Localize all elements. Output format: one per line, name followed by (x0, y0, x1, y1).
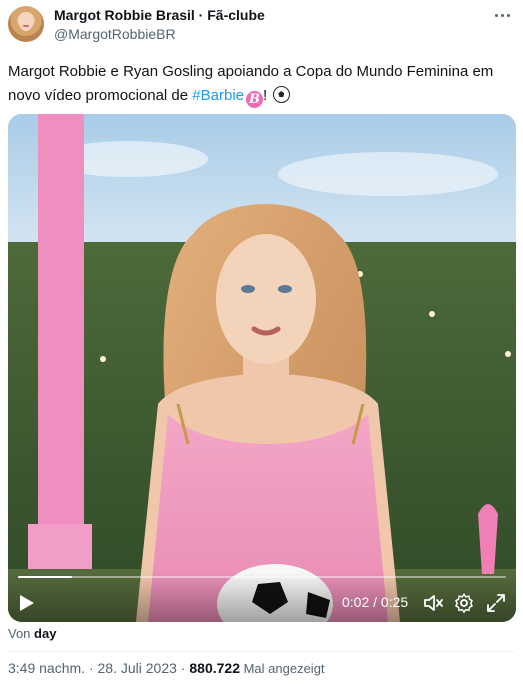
tweet-text: Margot Robbie e Ryan Gosling apoiando a … (8, 60, 513, 108)
tweet-time[interactable]: 3:49 nachm. (8, 660, 85, 676)
avatar-face (19, 14, 33, 31)
duration: 0:25 (380, 594, 409, 610)
video-player[interactable]: 0:02 / 0:25 (8, 114, 516, 622)
meta-dot: · (85, 660, 98, 676)
avatar-mouth (23, 25, 29, 27)
tweet-text-after: ! (263, 87, 272, 104)
view-count-label: Mal angezeigt (239, 661, 325, 676)
tweet-date[interactable]: 28. Juli 2023 (98, 660, 177, 676)
video-source: Von day (8, 626, 56, 641)
play-icon[interactable] (19, 594, 35, 612)
video-frame (8, 114, 516, 622)
author-handle[interactable]: @MargotRobbieBR (54, 26, 176, 42)
mute-icon[interactable] (422, 592, 444, 614)
progress-fill (18, 576, 72, 578)
video-time: 0:02 / 0:25 (342, 594, 408, 610)
barbie-emoji-icon: B (246, 91, 263, 108)
tweet-header: Margot Robbie Brasil · Fã-clube @MargotR… (8, 6, 515, 46)
progress-bar[interactable] (18, 576, 506, 578)
more-options-icon[interactable] (493, 8, 513, 24)
source-prefix: Von (8, 626, 35, 641)
meta-dot-2: · (176, 660, 190, 676)
author-display-name[interactable]: Margot Robbie Brasil · Fã-clube (54, 7, 265, 23)
source-account-link[interactable]: day (34, 626, 56, 641)
time-separator: / (369, 594, 381, 610)
divider (8, 651, 515, 652)
tweet-meta: 3:49 nachm. · 28. Juli 2023 · 880.722 Ma… (8, 660, 325, 676)
view-count: 880.722 (189, 660, 240, 676)
hashtag-barbie[interactable]: #Barbie (192, 87, 244, 104)
fullscreen-icon[interactable] (485, 592, 507, 614)
current-time: 0:02 (342, 594, 370, 610)
author-avatar[interactable] (8, 6, 44, 42)
soccer-ball-icon (273, 86, 291, 103)
settings-icon[interactable] (453, 592, 475, 614)
video-controls: 0:02 / 0:25 (8, 572, 516, 622)
